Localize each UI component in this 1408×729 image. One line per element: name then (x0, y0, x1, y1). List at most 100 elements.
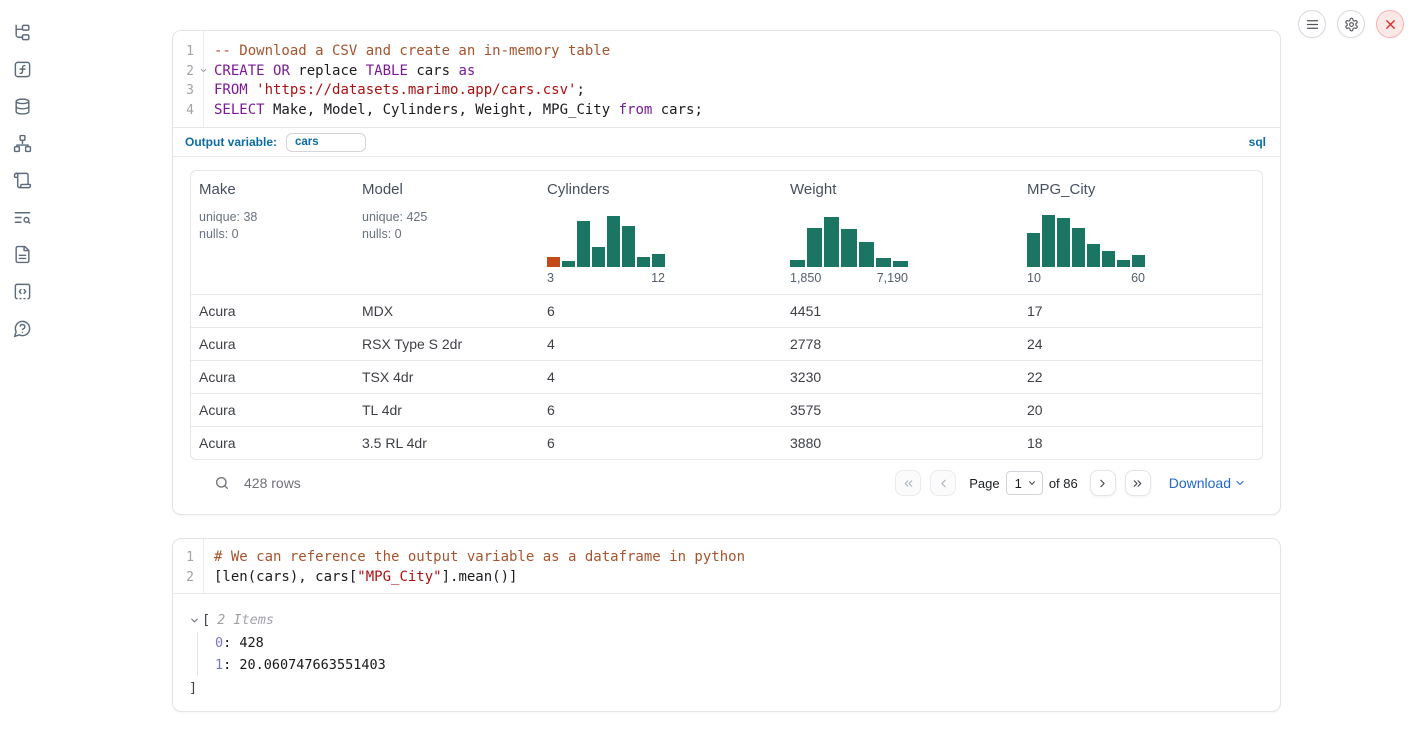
chevron-down-icon (189, 615, 200, 626)
code-token: 'https://datasets.marimo.app/cars.csv' (256, 82, 576, 98)
last-page-button[interactable] (1125, 470, 1151, 496)
items-count-label: 2 Items (217, 609, 274, 631)
table-row[interactable]: AcuraTSX 4dr4323022 (191, 360, 1262, 393)
fold-chevron-icon[interactable] (199, 66, 208, 75)
output-entries: 0: 4281: 20.060747663551403 (197, 632, 1264, 676)
sidebar-item-snippets[interactable] (12, 281, 32, 301)
sidebar-item-variables[interactable] (12, 59, 32, 79)
page-select[interactable]: 1 (1006, 471, 1043, 495)
code-line[interactable]: 1# We can reference the output variable … (173, 548, 1280, 568)
code-token: cars; (652, 102, 703, 118)
code-content: SELECT Make, Model, Cylinders, Weight, M… (203, 101, 703, 121)
line-number-text: 1 (186, 44, 194, 59)
line-number: 2 (173, 62, 203, 82)
column-header-model[interactable]: Modelunique: 425nulls: 0 (354, 171, 539, 294)
search-icon (214, 475, 230, 491)
next-page-button[interactable] (1090, 470, 1116, 496)
line-number-text: 2 (186, 570, 194, 585)
code-content: CREATE OR replace TABLE cars as (203, 62, 475, 82)
python-editor[interactable]: 1# We can reference the output variable … (173, 539, 1280, 594)
sidebar-item-help[interactable] (12, 318, 32, 338)
code-token (265, 63, 273, 79)
menu-button[interactable] (1298, 10, 1326, 38)
table-cell: RSX Type S 2dr (354, 328, 539, 360)
entry-separator: : (223, 635, 239, 651)
sidebar-item-logs[interactable] (12, 207, 32, 227)
help-bubble-icon (13, 319, 32, 338)
column-header-cylinders[interactable]: Cylinders312 (539, 171, 782, 294)
chevron-down-icon (1234, 477, 1246, 489)
function-square-icon (13, 60, 32, 79)
list-search-icon (13, 208, 32, 227)
sql-editor[interactable]: 1-- Download a CSV and create an in-memo… (173, 31, 1280, 127)
code-token (248, 82, 256, 98)
table-row[interactable]: Acura3.5 RL 4dr6388018 (191, 426, 1262, 459)
code-token: FROM (214, 82, 248, 98)
entry-key: 1 (215, 657, 223, 673)
code-line[interactable]: 2CREATE OR replace TABLE cars as (173, 62, 1280, 82)
column-header-make[interactable]: Makeunique: 38nulls: 0 (191, 171, 354, 294)
histogram-bar (1072, 228, 1085, 267)
line-number: 2 (173, 568, 203, 588)
table-row[interactable]: AcuraMDX6445117 (191, 294, 1262, 327)
line-number: 3 (173, 81, 203, 101)
table-cell: 20 (1019, 394, 1262, 426)
first-page-button[interactable] (895, 470, 921, 496)
code-line[interactable]: 4 SELECT Make, Model, Cylinders, Weight, … (173, 101, 1280, 121)
collapse-output-button[interactable] (189, 615, 202, 626)
settings-button[interactable] (1337, 10, 1365, 38)
sidebar (0, 0, 44, 729)
output-variable-label: Output variable: (185, 135, 277, 149)
table-row[interactable]: AcuraTL 4dr6357520 (191, 393, 1262, 426)
table-cell: 4 (539, 328, 782, 360)
table-cell: Acura (191, 427, 354, 459)
sidebar-item-scratchpad[interactable] (12, 170, 32, 190)
page-total-label: of 86 (1049, 476, 1078, 491)
line-number-text: 4 (186, 103, 194, 118)
open-bracket: [ (202, 609, 210, 631)
sidebar-item-dependency-graph[interactable] (12, 133, 32, 153)
code-line[interactable]: 1-- Download a CSV and create an in-memo… (173, 42, 1280, 62)
code-token: OR (273, 63, 290, 79)
column-header-weight[interactable]: Weight1,8507,190 (782, 171, 1019, 294)
previous-page-button[interactable] (930, 470, 956, 496)
code-line[interactable]: 3 FROM 'https://datasets.marimo.app/cars.… (173, 81, 1280, 101)
network-icon (13, 134, 32, 153)
entry-key: 0 (215, 635, 223, 651)
code-content: # We can reference the output variable a… (203, 548, 745, 568)
sidebar-item-data-sources[interactable] (12, 96, 32, 116)
table-body: AcuraMDX6445117AcuraRSX Type S 2dr427782… (191, 294, 1262, 459)
sidebar-item-file-explorer[interactable] (12, 22, 32, 42)
sidebar-item-documentation[interactable] (12, 244, 32, 264)
output-variable-input[interactable] (286, 133, 366, 152)
file-text-icon (13, 245, 32, 264)
search-button[interactable] (207, 475, 230, 491)
output-entry: 0: 428 (215, 632, 1264, 654)
download-button[interactable]: Download (1169, 475, 1246, 491)
table-row[interactable]: AcuraRSX Type S 2dr4277824 (191, 327, 1262, 360)
histogram-max-label: 7,190 (877, 271, 908, 285)
histogram-bar (1117, 260, 1130, 267)
stat-line: unique: 38 (199, 209, 346, 226)
page-select-value: 1 (1015, 476, 1022, 491)
chevrons-left-icon (902, 477, 915, 490)
histogram-bar (1057, 218, 1070, 267)
histogram-bar (790, 260, 805, 267)
code-content: [len(cars), cars["MPG_City"].mean()] (203, 568, 517, 588)
table-cell: Acura (191, 295, 354, 327)
column-stats: unique: 425nulls: 0 (362, 209, 531, 243)
code-line[interactable]: 2 [len(cars), cars["MPG_City"].mean()] (173, 568, 1280, 588)
table-cell: 4451 (782, 295, 1019, 327)
column-header-mpg_city[interactable]: MPG_City1060 (1019, 171, 1262, 294)
entry-value: 428 (239, 635, 263, 651)
code-token: "MPG_City" (357, 569, 441, 585)
table-cell: TSX 4dr (354, 361, 539, 393)
shutdown-button[interactable] (1376, 10, 1404, 38)
gear-icon (1344, 17, 1359, 32)
code-token: replace (290, 63, 366, 79)
python-cell: 1 # We can reference the output variable … (172, 538, 1281, 712)
table-cell: 22 (1019, 361, 1262, 393)
histogram-bar (652, 254, 665, 267)
column-histogram: 1060 (1027, 213, 1254, 285)
download-label: Download (1169, 475, 1231, 491)
